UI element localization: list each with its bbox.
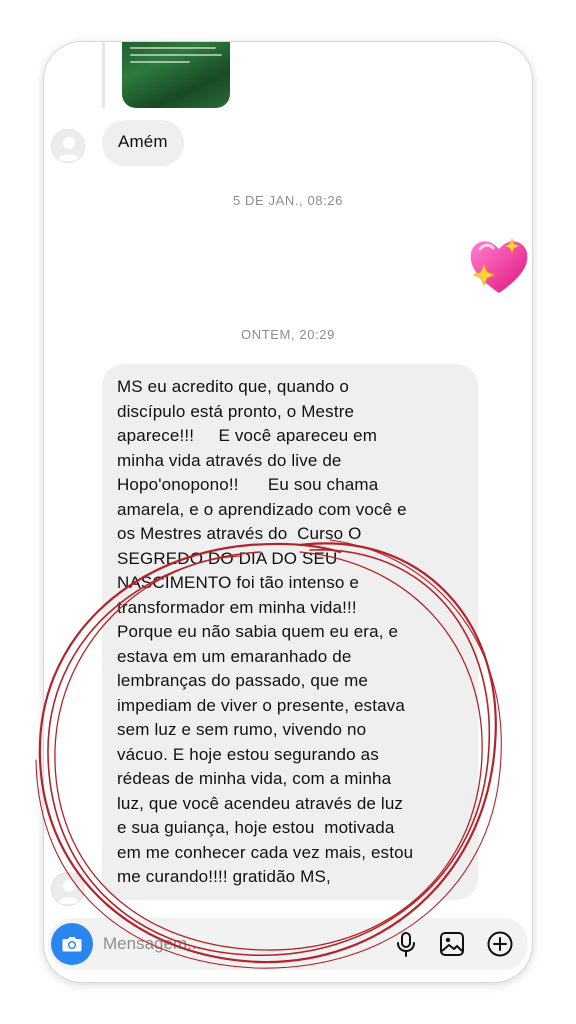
- camera-icon: [62, 937, 82, 952]
- post-text-line: [130, 61, 190, 63]
- reply-thread-line: [102, 42, 105, 108]
- sparkling-heart-icon[interactable]: [466, 235, 532, 297]
- contact-avatar[interactable]: [51, 872, 85, 906]
- default-avatar-icon: [57, 137, 81, 161]
- timestamp-jan-5: 5 DE JAN., 08:26: [232, 193, 344, 208]
- camera-button[interactable]: [51, 923, 93, 965]
- post-text-line: [130, 54, 222, 56]
- contact-avatar[interactable]: [51, 129, 85, 163]
- message-input[interactable]: [103, 928, 353, 960]
- default-avatar-icon: [57, 880, 81, 904]
- post-text-line: [130, 47, 216, 49]
- plus-circle-icon[interactable]: [486, 930, 514, 958]
- message-bubble-testimonial[interactable]: MS eu acredito que, quando o discípulo e…: [102, 364, 478, 900]
- message-composer: [48, 918, 528, 970]
- gallery-icon[interactable]: [438, 930, 466, 958]
- message-bubble-amem[interactable]: Amém: [102, 120, 184, 166]
- dm-thread-screen: Amém 5 DE JAN., 08:26 ONTEM, 20:29 MS eu…: [44, 42, 532, 982]
- shared-post-preview[interactable]: [122, 42, 230, 108]
- timestamp-yesterday: ONTEM, 20:29: [241, 327, 335, 342]
- microphone-icon[interactable]: [392, 930, 420, 958]
